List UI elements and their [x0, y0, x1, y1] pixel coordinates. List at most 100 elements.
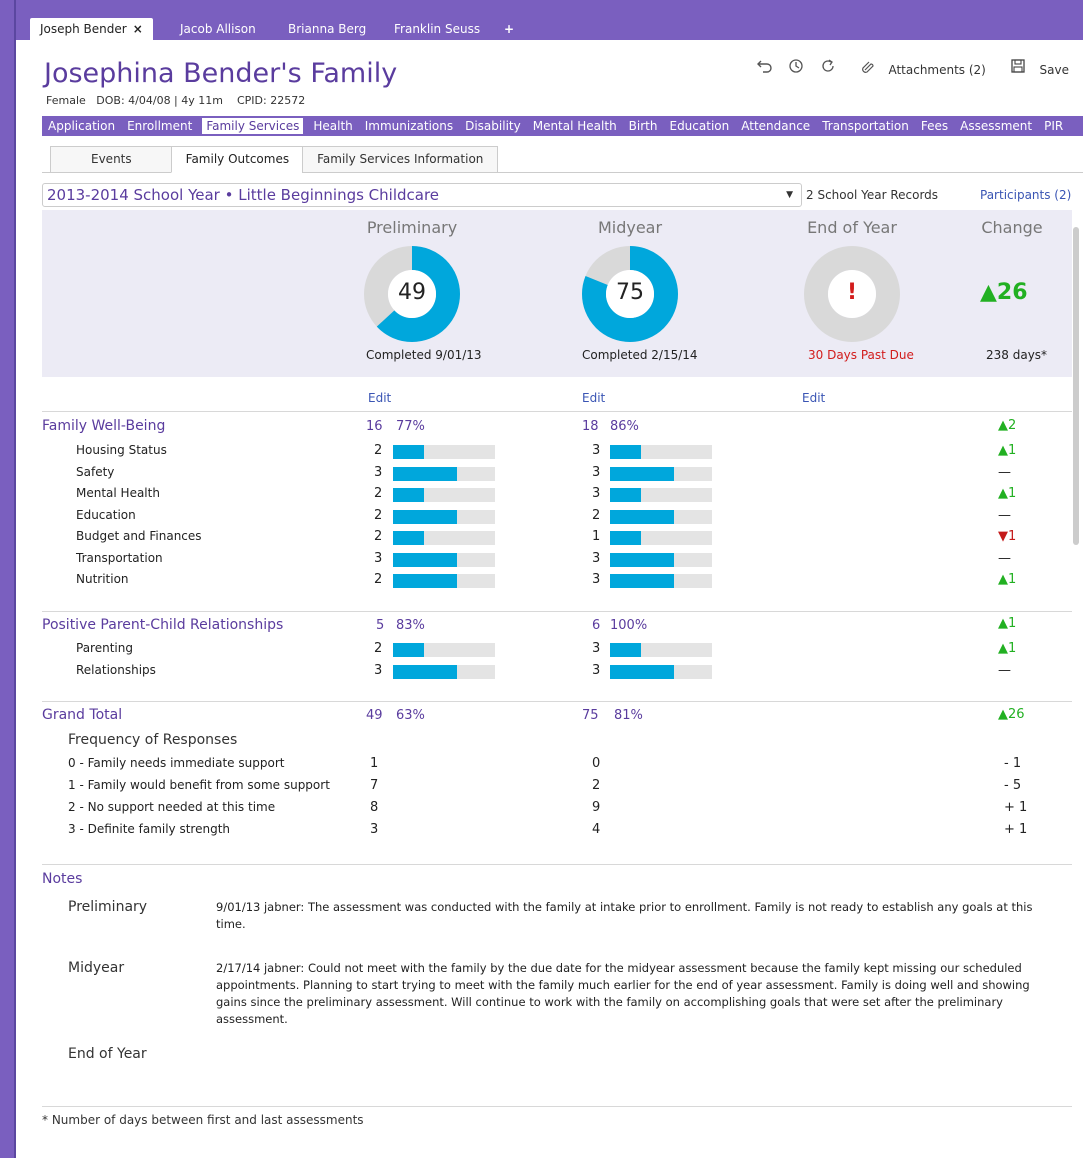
add-tab-icon[interactable]: + [494, 18, 524, 40]
edit-end-of-year-link[interactable]: Edit [802, 391, 825, 405]
row-mid-value: 3 [592, 641, 601, 656]
history-icon[interactable] [787, 59, 809, 77]
tab-label: Franklin Seuss [394, 22, 481, 36]
nav-family-services[interactable]: Family Services [202, 118, 304, 134]
prelim-bar-fill [393, 664, 458, 679]
frequency-prelim: 7 [370, 778, 379, 793]
nav-mental-health[interactable]: Mental Health [531, 119, 619, 133]
note-text: 2/17/14 jabner: Could not meet with the … [216, 961, 1030, 1026]
dob: DOB: 4/04/08 | 4y 11m [96, 94, 223, 107]
frequency-prelim: 1 [370, 756, 379, 771]
prelim-bar [393, 466, 495, 481]
nav-application[interactable]: Application [46, 119, 117, 133]
edit-preliminary-link[interactable]: Edit [368, 391, 391, 405]
attachments-button[interactable]: Attachments (2) [851, 61, 990, 77]
tab-franklin-seuss[interactable]: Franklin Seuss [384, 18, 490, 40]
mid-bar-fill [610, 552, 675, 567]
scrollbar[interactable] [1073, 215, 1079, 1095]
tab-jacob-allison[interactable]: Jacob Allison [170, 18, 266, 40]
nav-disability[interactable]: Disability [463, 119, 523, 133]
paperclip-icon [861, 61, 879, 77]
scrollbar-thumb[interactable] [1073, 227, 1079, 545]
divider [42, 701, 1072, 702]
edit-midyear-link[interactable]: Edit [582, 391, 605, 405]
save-icon [1010, 59, 1030, 77]
school-year-value: 2013-2014 School Year • Little Beginning… [47, 186, 440, 204]
participants-link[interactable]: Participants (2) [980, 188, 1071, 202]
nav-enrollment[interactable]: Enrollment [125, 119, 194, 133]
close-icon[interactable]: × [133, 22, 143, 36]
undo-icon[interactable] [755, 60, 777, 77]
section-prelim-score: 5 [376, 618, 385, 633]
row-label: Parenting [76, 641, 133, 655]
divider [42, 864, 1072, 865]
mid-bar-fill [610, 531, 641, 545]
frequency-prelim: 8 [370, 800, 379, 815]
subtabs: Events Family Outcomes Family Services Inf… [50, 146, 499, 173]
section-mid-pct: 100% [610, 618, 648, 633]
nav-education[interactable]: Education [667, 119, 731, 133]
record-tabbar: Joseph Bender × Jacob Allison Brianna Ber… [16, 0, 1083, 40]
tab-family-services-information[interactable]: Family Services Information [302, 146, 499, 173]
row-prelim-value: 3 [374, 662, 383, 678]
prelim-bar-fill [393, 574, 458, 588]
save-button[interactable]: Save [1000, 59, 1069, 77]
row-prelim-value: 2 [374, 486, 383, 501]
cpid: CPID: 22572 [236, 94, 306, 107]
nav-attendance[interactable]: Attendance [739, 119, 812, 133]
tab-joseph-bender[interactable]: Joseph Bender × [30, 18, 153, 40]
mid-bar [610, 509, 712, 524]
nav-assessment[interactable]: Assessment [958, 119, 1034, 133]
app-window: Joseph Bender × Jacob Allison Brianna Ber… [14, 0, 1083, 1158]
row-mid-value: 1 [592, 529, 601, 544]
tab-events[interactable]: Events [50, 146, 173, 173]
section-prelim-score: 16 [366, 419, 383, 434]
change-days: 238 days* [986, 348, 1048, 362]
nav-fees[interactable]: Fees [919, 119, 950, 133]
row-change: ▲1 [998, 641, 1017, 656]
grand-total-prelim-score: 49 [366, 708, 383, 723]
tab-brianna-berg[interactable]: Brianna Berg [278, 18, 376, 40]
mid-bar [610, 488, 712, 502]
note-label: Midyear [68, 960, 125, 976]
prelim-bar-fill [393, 552, 458, 567]
divider [42, 411, 1072, 412]
nav-transportation[interactable]: Transportation [820, 119, 911, 133]
refresh-icon[interactable] [819, 59, 841, 77]
row-mid-value: 3 [592, 443, 601, 458]
mid-bar [610, 466, 712, 481]
school-year-select[interactable]: 2013-2014 School Year • Little Beginning… [42, 183, 802, 207]
row-change: ▲1 [998, 572, 1017, 587]
midyear-heading: Midyear [597, 218, 663, 237]
row-label: Transportation [76, 550, 163, 565]
alert-icon: ! [846, 280, 858, 305]
frequency-label: 3 - Definite family strength [68, 822, 231, 836]
frequency-mid: 2 [592, 778, 601, 793]
section-title: Family Well-Being [42, 418, 166, 434]
section-title: Positive Parent-Child Relationships [42, 617, 284, 633]
mid-bar [610, 552, 712, 567]
nav-immunizations[interactable]: Immunizations [363, 119, 455, 133]
tab-family-outcomes[interactable]: Family Outcomes [170, 146, 305, 173]
row-mid-value: 2 [592, 507, 601, 523]
prelim-bar [393, 488, 495, 502]
total-change: ▲26 [980, 280, 1028, 305]
chevron-down-icon: ▼ [786, 190, 793, 200]
frequency-change: + 1 [1004, 800, 1028, 815]
preliminary-status: Completed 9/01/13 [366, 348, 482, 362]
row-change: ▲1 [998, 443, 1017, 458]
nav-pir[interactable]: PIR [1042, 119, 1065, 133]
note-text: 9/01/13 jabner: The assessment was condu… [216, 900, 1033, 931]
mid-bar-fill [610, 509, 675, 524]
end-of-year-heading: End of Year [807, 218, 897, 237]
row-label: Relationships [76, 662, 156, 677]
tab-label: Joseph Bender [40, 22, 127, 36]
nav-health[interactable]: Health [311, 119, 354, 133]
preliminary-heading: Preliminary [366, 218, 458, 237]
mid-bar-fill [610, 664, 675, 679]
frequency-mid: 0 [592, 756, 601, 771]
prelim-bar [393, 552, 495, 567]
frequency-mid: 4 [592, 822, 601, 837]
nav-birth[interactable]: Birth [627, 119, 660, 133]
row-prelim-value: 3 [374, 464, 383, 480]
